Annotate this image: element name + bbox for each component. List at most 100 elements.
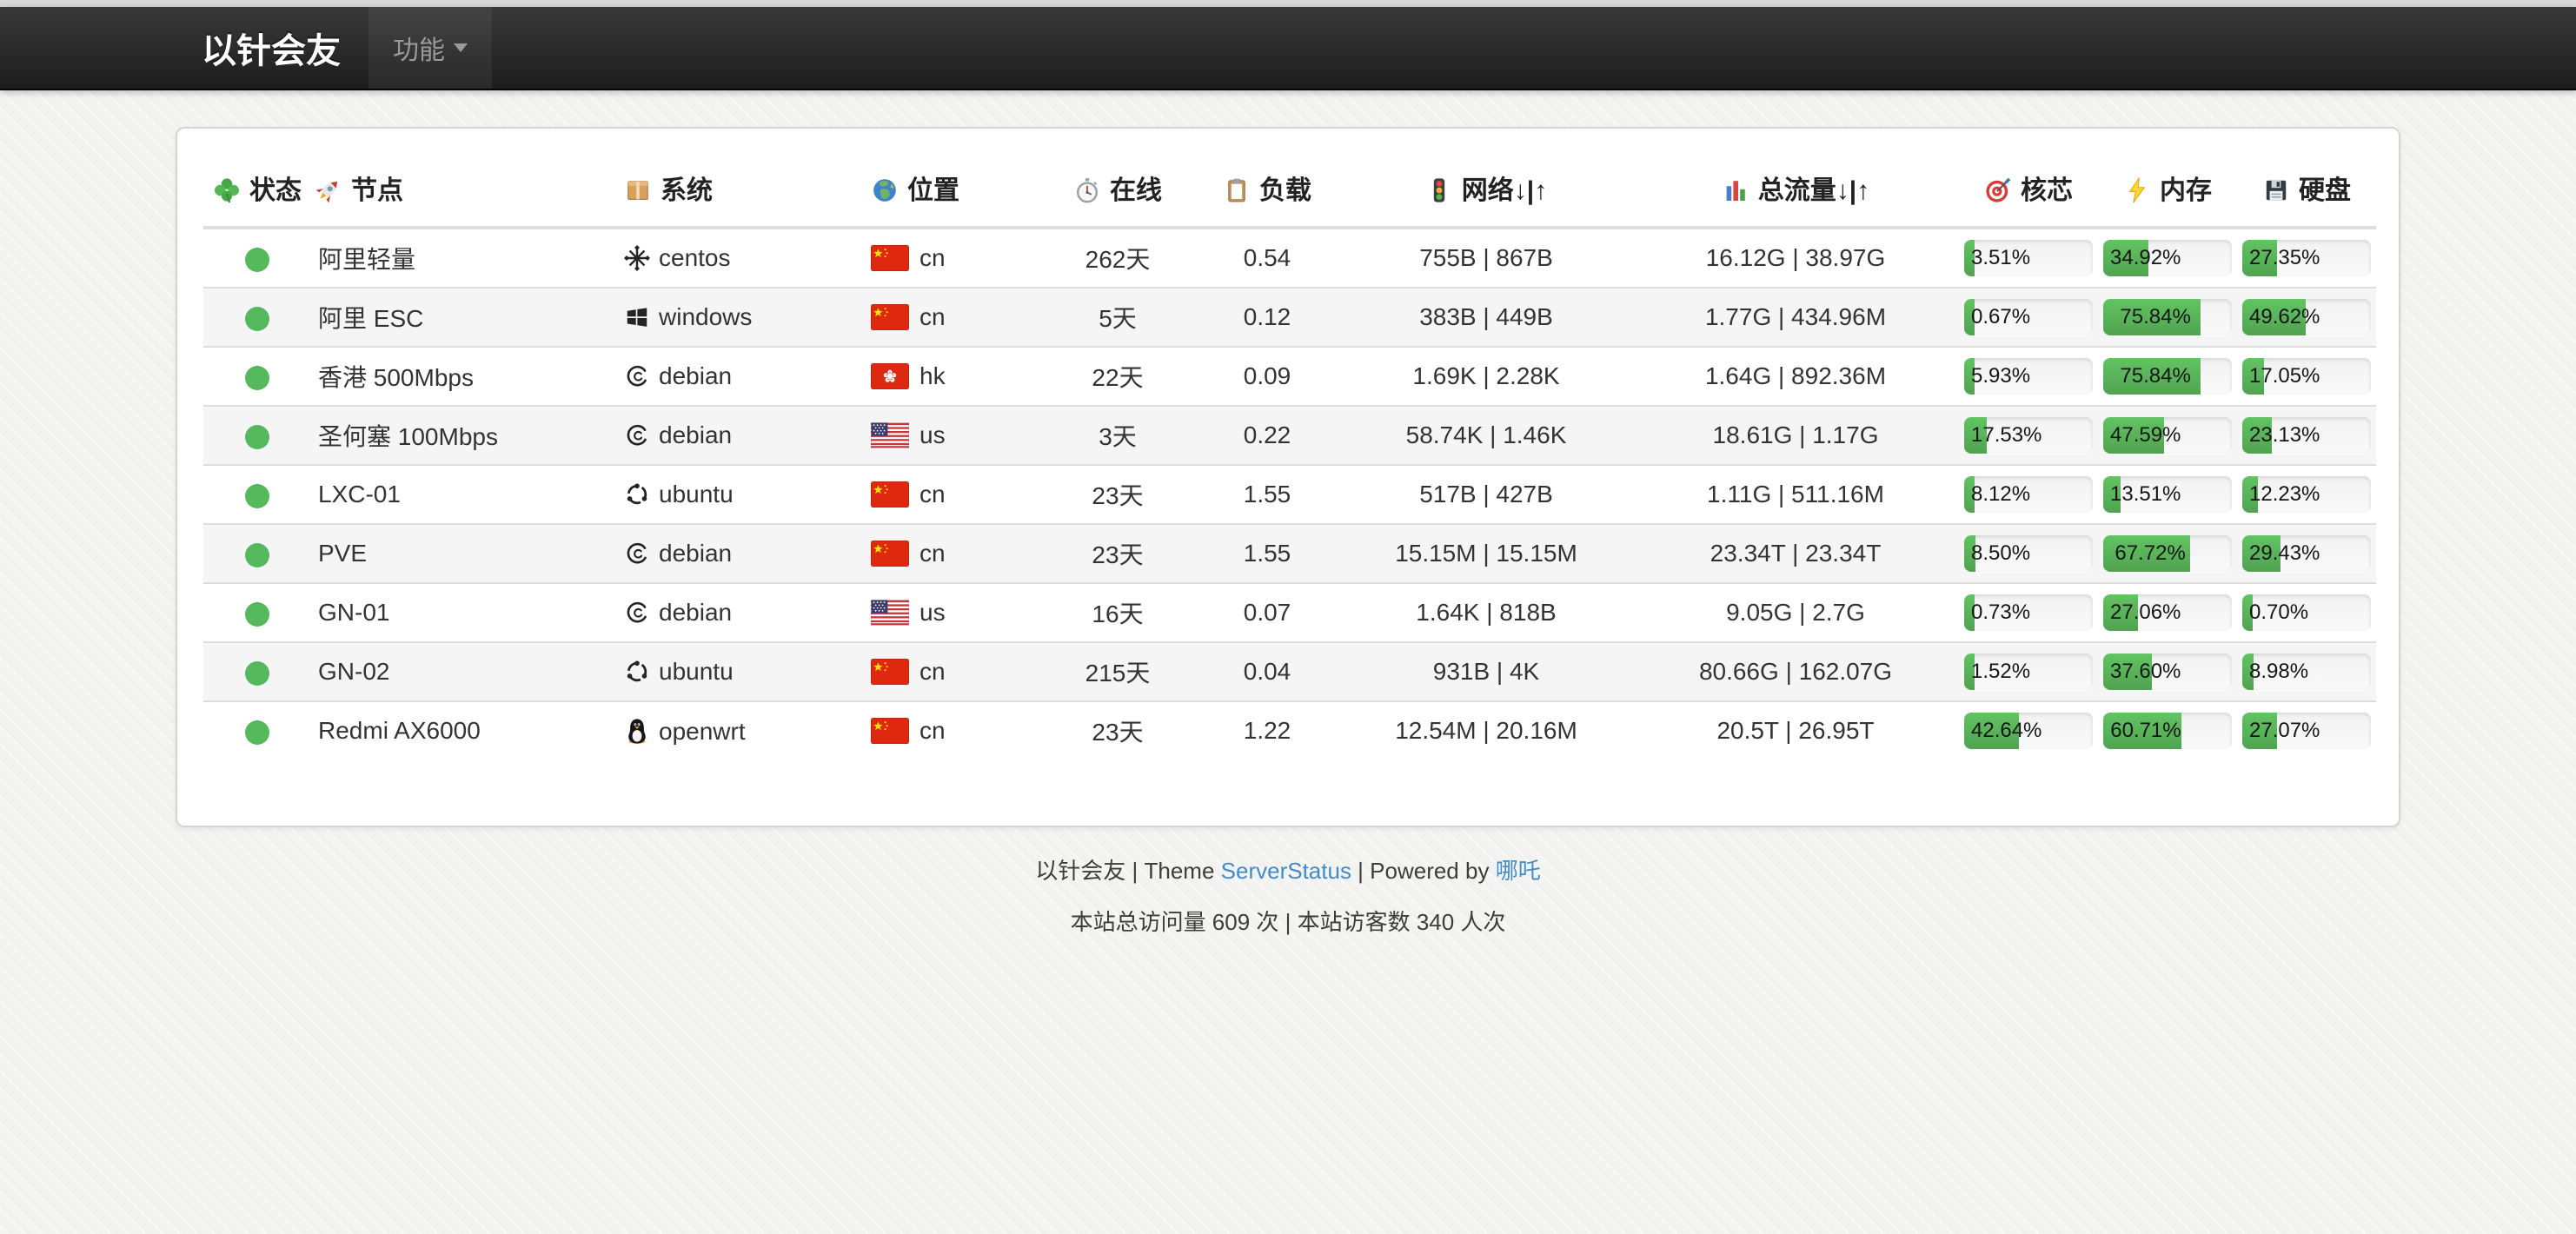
debian-icon xyxy=(624,363,650,389)
server-row[interactable]: PVEdebiancn23天1.5515.15M | 15.15M23.34T … xyxy=(203,524,2376,583)
network-speed-cell: 517B | 427B xyxy=(1340,465,1632,524)
disk-progress-value: 17.05% xyxy=(2242,358,2320,395)
cn-flag-icon xyxy=(871,304,909,330)
disk-progress-bar: 12.23% xyxy=(2242,476,2258,513)
system-cell: debian xyxy=(621,583,867,642)
cpu-progress-value: 0.67% xyxy=(1964,299,2030,335)
debian-icon xyxy=(624,600,650,626)
cpu-progress: 8.50% xyxy=(1964,535,2093,572)
cpu-progress-value: 17.53% xyxy=(1964,417,2042,454)
ram-progress: 60.71% xyxy=(2103,713,2232,749)
ram-progress: 27.06% xyxy=(2103,594,2232,631)
footer-powered-by-text: | Powered by xyxy=(1351,858,1496,884)
total-traffic-cell: 20.5T | 26.95T xyxy=(1632,701,1959,760)
theme-link[interactable]: ServerStatus xyxy=(1221,858,1351,884)
ram-progress: 67.72% xyxy=(2103,535,2232,572)
server-row[interactable]: LXC-01ubuntucn23天1.55517B | 427B1.11G | … xyxy=(203,465,2376,524)
main-content: 状态节点系统位置在线负载网络↓|↑总流量↓|↑核芯内存硬盘 阿里轻量centos… xyxy=(0,127,2576,937)
server-row[interactable]: Redmi AX6000openwrtcn23天1.2212.54M | 20.… xyxy=(203,701,2376,760)
disk-progress: 49.62% xyxy=(2242,299,2371,335)
load-cell: 0.22 xyxy=(1194,406,1340,465)
disk-progress-cell: 8.98% xyxy=(2237,642,2376,701)
features-dropdown-label: 功能 xyxy=(393,29,445,67)
disk-progress: 8.98% xyxy=(2242,653,2371,690)
globe-icon xyxy=(871,176,899,204)
server-row[interactable]: 香港 500Mbpsdebianhk22天0.091.69K | 2.28K1.… xyxy=(203,347,2376,406)
powered-by-link[interactable]: 哪吒 xyxy=(1496,858,1541,884)
lightning-icon xyxy=(2123,176,2151,204)
column-label-traffic: 总流量↓|↑ xyxy=(1758,176,1869,205)
os-name: ubuntu xyxy=(659,658,734,685)
ram-progress-cell: 47.59% xyxy=(2098,406,2237,465)
column-header-location: 位置 xyxy=(867,153,1041,228)
cpu-progress: 1.52% xyxy=(1964,653,2093,690)
os-name: ubuntu xyxy=(659,481,734,508)
server-row[interactable]: 圣何塞 100Mbpsdebianus3天0.2258.74K | 1.46K1… xyxy=(203,406,2376,465)
cpu-progress: 3.51% xyxy=(1964,240,2093,276)
column-label-cpu: 核芯 xyxy=(2021,176,2073,205)
cpu-progress-cell: 0.73% xyxy=(1959,583,2098,642)
cpu-progress-bar: 5.93% xyxy=(1964,358,1975,395)
location-cell: hk xyxy=(867,347,1041,406)
ram-progress-value: 34.92% xyxy=(2103,240,2181,276)
uptime-cell: 215天 xyxy=(1041,642,1194,701)
cpu-progress: 8.12% xyxy=(1964,476,2093,513)
online-status-dot xyxy=(245,720,269,745)
cpu-progress-bar: 0.73% xyxy=(1964,594,1975,631)
top-strip xyxy=(0,0,2576,7)
features-dropdown-toggle[interactable]: 功能 xyxy=(368,7,492,89)
os-name: centos xyxy=(659,244,731,271)
disk-progress-bar: 29.43% xyxy=(2242,535,2281,572)
column-header-system: 系统 xyxy=(621,153,867,228)
cn-flag-icon xyxy=(871,718,909,744)
node-name: 圣何塞 100Mbps xyxy=(311,406,621,465)
total-traffic-cell: 1.64G | 892.36M xyxy=(1632,347,1959,406)
table-header: 状态节点系统位置在线负载网络↓|↑总流量↓|↑核芯内存硬盘 xyxy=(203,153,2376,228)
brand-title[interactable]: 以针会友 xyxy=(195,7,368,89)
country-code: hk xyxy=(920,362,946,389)
uptime-cell: 16天 xyxy=(1041,583,1194,642)
ram-progress-bar: 13.51% xyxy=(2103,476,2121,513)
footer-credits: 以针会友 | Theme ServerStatus | Powered by 哪… xyxy=(0,853,2576,886)
server-row[interactable]: 阿里轻量centoscn262天0.54755B | 867B16.12G | … xyxy=(203,228,2376,288)
footer: 以针会友 | Theme ServerStatus | Powered by 哪… xyxy=(0,853,2576,937)
disk-progress-value: 49.62% xyxy=(2242,299,2320,335)
uptime-cell: 23天 xyxy=(1041,465,1194,524)
online-status-dot xyxy=(245,425,269,449)
country-code: cn xyxy=(920,717,946,744)
cpu-progress-cell: 3.51% xyxy=(1959,228,2098,288)
ram-progress-value: 67.72% xyxy=(2108,535,2185,572)
status-cell xyxy=(203,347,311,406)
server-row[interactable]: 阿里 ESCwindowscn5天0.12383B | 449B1.77G | … xyxy=(203,288,2376,347)
load-cell: 1.55 xyxy=(1194,524,1340,583)
rocket-icon xyxy=(315,176,342,204)
ram-progress-cell: 75.84% xyxy=(2098,347,2237,406)
clipboard-icon xyxy=(1223,176,1251,204)
os-name: openwrt xyxy=(659,718,746,745)
column-header-node: 节点 xyxy=(311,153,621,228)
cpu-progress-cell: 8.12% xyxy=(1959,465,2098,524)
system-cell: openwrt xyxy=(621,701,867,760)
status-cell xyxy=(203,701,311,760)
disk-progress-value: 23.13% xyxy=(2242,417,2320,454)
node-name: Redmi AX6000 xyxy=(311,701,621,760)
node-name: LXC-01 xyxy=(311,465,621,524)
total-traffic-cell: 80.66G | 162.07G xyxy=(1632,642,1959,701)
cpu-progress-cell: 17.53% xyxy=(1959,406,2098,465)
uptime-cell: 22天 xyxy=(1041,347,1194,406)
server-row[interactable]: GN-01debianus16天0.071.64K | 818B9.05G | … xyxy=(203,583,2376,642)
disk-progress: 17.05% xyxy=(2242,358,2371,395)
us-flag-icon xyxy=(871,422,909,448)
disk-progress-value: 27.35% xyxy=(2242,240,2320,276)
ram-progress-value: 75.84% xyxy=(2113,299,2190,335)
ram-progress-bar: 27.06% xyxy=(2103,594,2138,631)
openwrt-icon xyxy=(624,717,650,745)
disk-progress-value: 12.23% xyxy=(2242,476,2320,513)
location-cell: cn xyxy=(867,701,1041,760)
disk-progress: 27.07% xyxy=(2242,713,2371,749)
system-cell: debian xyxy=(621,524,867,583)
server-row[interactable]: GN-02ubuntucn215天0.04931B | 4K80.66G | 1… xyxy=(203,642,2376,701)
network-speed-cell: 1.69K | 2.28K xyxy=(1340,347,1632,406)
disk-progress: 12.23% xyxy=(2242,476,2371,513)
column-label-network: 网络↓|↑ xyxy=(1462,176,1547,205)
